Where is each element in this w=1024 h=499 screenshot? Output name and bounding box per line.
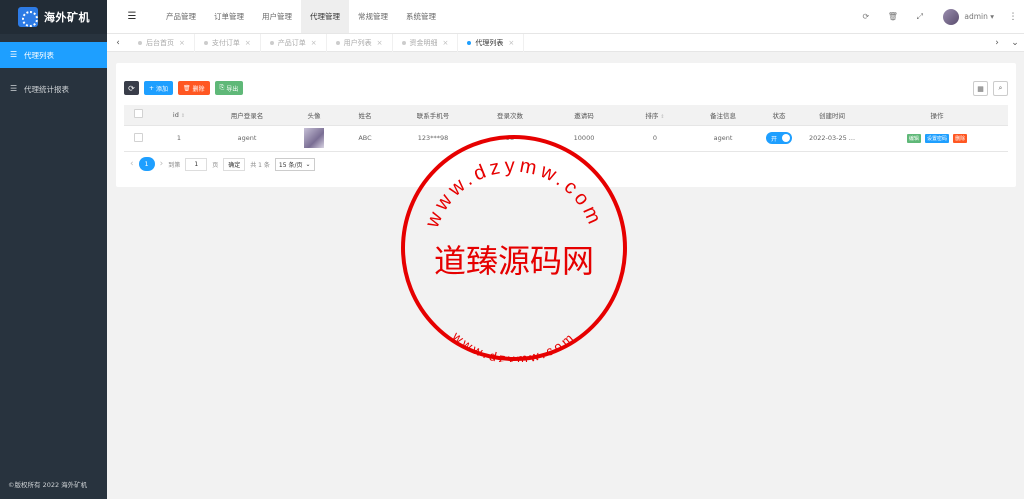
avatar[interactable] (304, 128, 324, 148)
logo[interactable]: 海外矿机 (0, 0, 107, 34)
toolbar: ⟳ + 添加 🗑 删除 ⎘ 导出 (124, 81, 244, 95)
top-header: ☰ 产品管理 订单管理 用户管理 代理管理 常规管理 系统管理 ⟳ 🗑 ⤢ ad… (107, 0, 1024, 34)
copyright: ©版权所有 2022 海外矿机 (8, 481, 88, 489)
close-icon[interactable]: × (311, 39, 317, 47)
tab-bar: ‹ 后台首页 × 支付订单 × 产品订单 × 用户列表 × 资金明细 × 代理列表 × › … (107, 33, 1024, 52)
tab-funds[interactable]: 资金明细 × (393, 33, 459, 52)
sidebar-item-agent-report[interactable]: ☰ 代理统计报表 (0, 76, 107, 102)
tab-product-orders[interactable]: 产品订单 × (261, 33, 327, 52)
menu-item-users[interactable]: 用户管理 (253, 0, 301, 33)
cell-avatar[interactable] (288, 125, 340, 152)
cell-status: 开 (760, 125, 798, 152)
goto-label: 到第 (168, 161, 181, 169)
cell-created: 2022-03-25 ... (798, 125, 866, 152)
content-card: ⟳ + 添加 🗑 删除 ⎘ 导出 ▦ ⌕ id ⇕ 用户登录名 头像 姓名 联系手… (116, 63, 1016, 187)
sidebar: 海外矿机 ☰ 代理列表 ☰ 代理统计报表 ©版权所有 2022 海外矿机 (0, 0, 107, 499)
next-page-icon[interactable]: › (160, 159, 164, 169)
cell-name: ABC (340, 125, 390, 152)
menu-item-general[interactable]: 常规管理 (349, 0, 397, 33)
table-header-row: id ⇕ 用户登录名 头像 姓名 联系手机号 登录次数 邀请码 排序 ⇕ 备注信息 … (124, 105, 1008, 126)
tab-user-list[interactable]: 用户列表 × (327, 33, 393, 52)
more-icon[interactable]: ⋮ (1008, 12, 1018, 22)
column-header: 操作 (866, 105, 1008, 126)
total-count: 共 1 条 (250, 161, 270, 169)
app-title: 海外矿机 (44, 11, 90, 24)
svg-text:www.dzymw.com: www.dzymw.com (449, 328, 578, 362)
tab-agent-list[interactable]: 代理列表 × (458, 33, 525, 52)
menu-item-orders[interactable]: 订单管理 (205, 0, 253, 33)
current-page[interactable]: 1 (138, 157, 155, 171)
watermark-bottom-arc: www.dzymw.com (449, 328, 575, 362)
cell-phone: 123***98 (390, 125, 476, 152)
chevron-left-icon[interactable]: ‹ (107, 38, 129, 48)
page-size-select[interactable]: 15 条/页 ⌄ (274, 157, 315, 171)
refresh-icon[interactable]: ⟳ (852, 12, 879, 21)
sidebar-item-agent-list[interactable]: ☰ 代理列表 (0, 42, 107, 68)
column-header: 邀请码 (544, 105, 624, 126)
menu-item-system[interactable]: 系统管理 (397, 0, 445, 33)
column-header: 联系手机号 (390, 105, 476, 126)
cell-login: agent (206, 125, 288, 152)
column-header: 头像 (288, 105, 340, 126)
sidebar-item-label: 代理列表 (24, 50, 54, 60)
page-unit: 页 (212, 161, 219, 169)
delete-row-button[interactable]: 删除 (953, 133, 968, 143)
fullscreen-icon[interactable]: ⤢ (906, 12, 933, 22)
chevron-down-icon[interactable]: ⌄ (1006, 38, 1024, 48)
close-icon[interactable]: × (377, 39, 383, 47)
list-icon: ☰ (10, 84, 18, 93)
columns-icon[interactable]: ▦ (973, 81, 988, 96)
agent-table: id ⇕ 用户登录名 头像 姓名 联系手机号 登录次数 邀请码 排序 ⇕ 备注信息 … (124, 105, 1008, 152)
delete-button[interactable]: 🗑 删除 (177, 81, 210, 95)
menu-item-products[interactable]: 产品管理 (157, 0, 205, 33)
prev-page-icon[interactable]: ‹ (130, 159, 134, 169)
close-icon[interactable]: × (443, 39, 449, 47)
cell-remark: agent (686, 125, 760, 152)
cell-id: 1 (152, 125, 206, 152)
list-icon: ☰ (10, 50, 18, 59)
edit-button[interactable]: 编辑 (906, 133, 921, 143)
export-button[interactable]: ⎘ 导出 (214, 81, 244, 95)
cell-login-count: 98 (476, 125, 544, 152)
goto-confirm-button[interactable]: 确定 (223, 157, 246, 171)
sidebar-item-label: 代理统计报表 (24, 84, 69, 94)
cell-invite-code: 10000 (544, 125, 624, 152)
tab-payment-orders[interactable]: 支付订单 × (195, 33, 261, 52)
set-password-button[interactable]: 设置密码 (924, 133, 949, 143)
tab-home[interactable]: 后台首页 × (129, 33, 195, 52)
select-all-checkbox[interactable] (124, 105, 152, 126)
column-header[interactable]: 排序 ⇕ (624, 105, 686, 126)
chevron-right-icon[interactable]: › (988, 38, 1006, 48)
cell-actions: 编辑 设置密码 删除 (866, 125, 1008, 152)
add-button[interactable]: + 添加 (144, 81, 173, 95)
table-row: 1 agent ABC 123***98 98 10000 0 agent 开 … (124, 125, 1008, 152)
goto-page-input[interactable]: 1 (185, 157, 208, 171)
column-header: 备注信息 (686, 105, 760, 126)
logo-icon (18, 7, 38, 27)
refresh-button[interactable]: ⟳ (124, 81, 139, 95)
column-header: 登录次数 (476, 105, 544, 126)
cell-sort: 0 (624, 125, 686, 152)
close-icon[interactable]: × (508, 39, 514, 47)
avatar[interactable] (943, 8, 960, 25)
column-header: 创建时间 (798, 105, 866, 126)
close-icon[interactable]: × (245, 39, 251, 47)
column-header: 姓名 (340, 105, 390, 126)
search-icon[interactable]: ⌕ (993, 81, 1008, 96)
close-icon[interactable]: × (179, 39, 185, 47)
column-header: 用户登录名 (206, 105, 288, 126)
row-checkbox[interactable] (124, 125, 152, 152)
trash-icon[interactable]: 🗑 (879, 12, 906, 21)
user-menu[interactable]: admin ▾ (964, 12, 994, 21)
menu-item-agents[interactable]: 代理管理 (301, 0, 349, 33)
column-header: 状态 (760, 105, 798, 126)
pagination: ‹ 1 › 到第 1 页 确定 共 1 条 15 条/页 ⌄ (130, 157, 315, 171)
menu-toggle-icon[interactable]: ☰ (107, 0, 157, 33)
column-header[interactable]: id ⇕ (152, 105, 206, 126)
watermark-center-text: 道臻源码网 (434, 242, 594, 280)
status-toggle[interactable]: 开 (766, 132, 792, 144)
